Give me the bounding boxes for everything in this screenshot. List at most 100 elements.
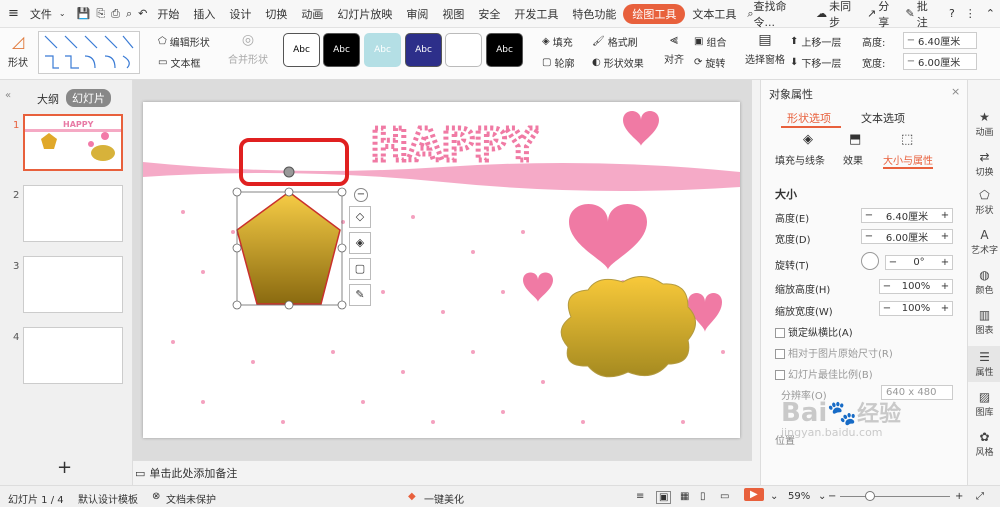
send-backward-button[interactable]: ⬇ 下移一层: [790, 55, 841, 70]
sidebar-color[interactable]: ◍ 颜色: [968, 268, 1000, 296]
pen-float-icon[interactable]: ✎: [349, 284, 371, 306]
slide-thumbnail-4[interactable]: [23, 327, 123, 384]
menu-drawing-tools[interactable]: 绘图工具: [623, 3, 686, 24]
print-icon[interactable]: ⎙: [108, 7, 123, 21]
sidebar-gallery[interactable]: ▨ 图库: [968, 390, 1000, 418]
beautify-button[interactable]: 一键美化: [424, 491, 464, 506]
menu-security[interactable]: 安全: [471, 6, 507, 22]
menu-design[interactable]: 设计: [222, 6, 258, 22]
style-preset-1[interactable]: Abc: [283, 33, 320, 67]
style-preset-4[interactable]: Abc: [405, 33, 442, 67]
share-button[interactable]: 分享: [876, 0, 905, 30]
outline-button[interactable]: ▢ 轮廓: [542, 55, 574, 70]
collapse-panel-icon[interactable]: «: [5, 90, 11, 101]
add-slide-button[interactable]: +: [57, 457, 72, 478]
scale-height-spinner[interactable]: −100% +: [879, 279, 953, 294]
height-spinner[interactable]: −6.40厘米 +: [861, 208, 953, 223]
menu-view[interactable]: 视图: [435, 6, 471, 22]
sidebar-shape[interactable]: ⬠ 形状: [968, 188, 1000, 216]
menu-review[interactable]: 审阅: [399, 6, 435, 22]
style-preset-3[interactable]: Abc: [364, 33, 401, 67]
rotate-dial-icon[interactable]: [861, 252, 879, 270]
normal-view-icon[interactable]: ▣: [656, 491, 672, 504]
format-brush-button[interactable]: 🖌 格式刷: [592, 34, 638, 49]
zoom-slider-thumb[interactable]: [865, 491, 875, 501]
sidebar-wordart[interactable]: A 艺术字: [968, 228, 1000, 256]
sidebar-animation[interactable]: ★ 动画: [968, 110, 1000, 138]
tab-shape-options[interactable]: 形状选项: [787, 110, 831, 126]
notes-bar[interactable]: ▭ 单击此处添加备注: [133, 460, 752, 485]
layers-icon[interactable]: ◇: [349, 206, 371, 228]
align-button[interactable]: ⫷ 对齐: [664, 32, 684, 66]
play-options-icon[interactable]: ⌄: [770, 491, 778, 502]
menu-text-tools[interactable]: 文本工具: [685, 6, 743, 22]
reading-view-icon[interactable]: ▯: [700, 491, 706, 502]
style-preset-5[interactable]: Abc: [445, 33, 482, 67]
collapse-icon[interactable]: ⌃: [981, 7, 1000, 20]
menu-insert[interactable]: 插入: [186, 6, 222, 22]
outline-float-icon[interactable]: ▢: [349, 258, 371, 280]
search-command[interactable]: 查找命令...: [754, 0, 817, 30]
merge-shape-button[interactable]: ◎ 合并形状: [228, 32, 268, 66]
menu-animation[interactable]: 动画: [294, 6, 330, 22]
ribbon-height-input[interactable]: −6.40厘米: [903, 32, 977, 49]
hamburger-icon[interactable]: ≡: [0, 6, 23, 21]
protect-status[interactable]: 文档未保护: [166, 491, 216, 506]
lock-ratio-checkbox[interactable]: 锁定纵横比(A): [775, 324, 853, 339]
zoom-slider[interactable]: [840, 496, 950, 497]
sorter-view-icon[interactable]: ▦: [680, 491, 689, 502]
subtab-fill-line[interactable]: 填充与线条: [775, 152, 825, 167]
chevron-down-icon[interactable]: ⌄: [59, 9, 66, 18]
sidebar-chart[interactable]: ▥ 图表: [968, 308, 1000, 336]
pentagon-shape[interactable]: [236, 191, 341, 305]
zoom-out-icon[interactable]: −: [828, 491, 836, 502]
tab-text-options[interactable]: 文本选项: [861, 110, 905, 126]
collapse-float-icon[interactable]: −: [354, 188, 368, 202]
bring-forward-button[interactable]: ⬆ 上移一层: [790, 34, 841, 49]
textbox-button[interactable]: ▭ 文本框: [158, 55, 200, 70]
fit-view-icon[interactable]: ▭: [720, 491, 729, 502]
style-preset-6[interactable]: Abc: [486, 33, 523, 67]
slide-thumbnail-2[interactable]: [23, 185, 123, 242]
play-button[interactable]: ▶: [744, 488, 764, 501]
scale-width-spinner[interactable]: −100% +: [879, 301, 953, 316]
menu-devtools[interactable]: 开发工具: [507, 6, 565, 22]
menu-file[interactable]: 文件: [23, 6, 59, 22]
fill-button[interactable]: ◈ 填充: [542, 34, 573, 49]
rotate-button[interactable]: ⟳ 旋转: [694, 55, 725, 70]
slide-canvas[interactable]: HAPPY − ◇ ◈ ▢ ✎: [143, 102, 740, 438]
export-icon[interactable]: ⎘: [93, 7, 108, 21]
best-scale-checkbox[interactable]: 幻灯片最佳比例(B): [775, 366, 873, 381]
style-preset-2[interactable]: Abc: [323, 33, 360, 67]
size-section-header[interactable]: 大小: [775, 186, 797, 202]
shape-effect-button[interactable]: ◐ 形状效果: [592, 55, 644, 70]
menu-home[interactable]: 开始: [150, 6, 186, 22]
relative-original-checkbox[interactable]: 相对于图片原始尺寸(R): [775, 345, 893, 360]
ribbon-width-input[interactable]: −6.00厘米: [903, 53, 977, 70]
fill-float-icon[interactable]: ◈: [349, 232, 371, 254]
tab-slides[interactable]: 幻灯片: [66, 89, 111, 107]
menu-slideshow[interactable]: 幻灯片放映: [330, 6, 399, 22]
annotate-button[interactable]: 批注: [915, 0, 944, 30]
zoom-in-icon[interactable]: +: [955, 491, 963, 502]
group-button[interactable]: ▣ 组合: [694, 34, 726, 49]
slide-thumbnail-3[interactable]: [23, 256, 123, 313]
menu-transition[interactable]: 切换: [258, 6, 294, 22]
shape-gallery[interactable]: [38, 31, 140, 74]
menu-features[interactable]: 特色功能: [565, 6, 623, 22]
subtab-effect[interactable]: 效果: [843, 152, 863, 167]
save-icon[interactable]: 💾: [74, 7, 94, 20]
notes-toggle-icon[interactable]: ≡: [636, 491, 644, 502]
sidebar-properties[interactable]: ☰ 属性: [968, 346, 1000, 382]
zoom-dropdown-icon[interactable]: ⌄: [818, 491, 826, 502]
edit-shape-button[interactable]: ⬠ 编辑形状: [158, 34, 210, 49]
preview-icon[interactable]: ⌕: [123, 7, 135, 21]
tab-outline[interactable]: 大纲: [37, 91, 59, 107]
sidebar-transition[interactable]: ⇄ 切换: [968, 150, 1000, 178]
selection-pane-button[interactable]: ▤ 选择窗格: [745, 32, 785, 66]
undo-icon[interactable]: ↶: [135, 7, 150, 20]
template-name[interactable]: 默认设计模板: [78, 491, 138, 506]
subtab-size[interactable]: 大小与属性: [883, 152, 933, 169]
width-spinner[interactable]: −6.00厘米 +: [861, 229, 953, 244]
slide-thumbnail-1[interactable]: HAPPY: [23, 114, 123, 171]
